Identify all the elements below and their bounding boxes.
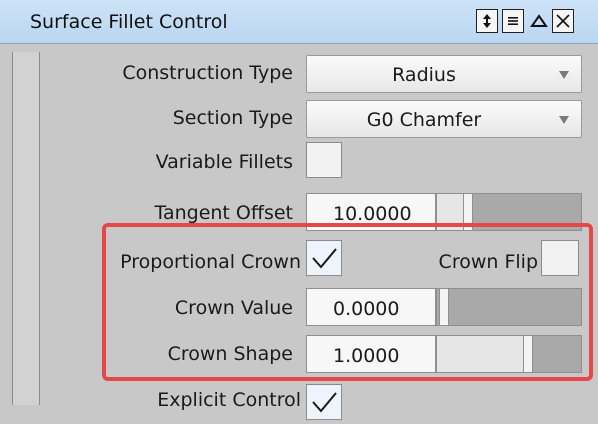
section-type-value: G0 Chamfer	[366, 109, 482, 131]
variable-fillets-label: Variable Fillets	[155, 151, 293, 173]
crown-shape-label: Crown Shape	[167, 343, 293, 365]
section-type-label: Section Type	[172, 107, 293, 129]
slider-handle[interactable]	[463, 194, 473, 230]
check-icon	[312, 392, 337, 413]
slider-fill	[437, 336, 533, 372]
crown-value-label: Crown Value	[174, 297, 293, 319]
resize-icon[interactable]	[476, 9, 498, 33]
crown-flip-checkbox[interactable]	[541, 240, 579, 276]
slider-handle[interactable]	[523, 336, 533, 372]
section-type-dropdown[interactable]: G0 Chamfer	[306, 100, 582, 138]
tangent-offset-slider[interactable]	[436, 193, 582, 231]
crown-shape-field[interactable]: 1.0000	[306, 335, 436, 373]
crown-value-value: 0.0000	[333, 298, 400, 320]
crown-flip-label: Crown Flip	[438, 251, 538, 273]
chevron-down-icon	[559, 116, 569, 124]
chevron-down-icon	[559, 71, 569, 79]
proportional-crown-checkbox[interactable]	[306, 240, 342, 276]
crown-value-slider[interactable]	[436, 288, 582, 326]
title-bar: Surface Fillet Control	[0, 0, 598, 44]
explicit-control-checkbox[interactable]	[306, 384, 342, 420]
tangent-offset-value: 10.0000	[333, 203, 412, 225]
explicit-control-label: Explicit Control	[157, 389, 301, 411]
menu-icon[interactable]	[502, 9, 524, 33]
proportional-crown-label: Proportional Crown	[120, 251, 301, 273]
slider-handle[interactable]	[439, 289, 449, 325]
collapse-icon[interactable]	[528, 9, 550, 33]
variable-fillets-checkbox[interactable]	[306, 142, 342, 178]
tangent-offset-field[interactable]: 10.0000	[306, 193, 436, 231]
construction-type-label: Construction Type	[122, 62, 293, 84]
construction-type-dropdown[interactable]: Radius	[306, 55, 582, 93]
window-title: Surface Fillet Control	[30, 11, 228, 33]
construction-type-value: Radius	[392, 64, 456, 86]
tangent-offset-label: Tangent Offset	[154, 202, 293, 224]
crown-shape-value: 1.0000	[333, 345, 400, 367]
crown-shape-slider[interactable]	[436, 335, 582, 373]
check-icon	[312, 248, 337, 269]
crown-value-field[interactable]: 0.0000	[306, 288, 436, 326]
close-icon[interactable]	[552, 9, 574, 33]
left-scroll-strip[interactable]	[12, 52, 40, 405]
